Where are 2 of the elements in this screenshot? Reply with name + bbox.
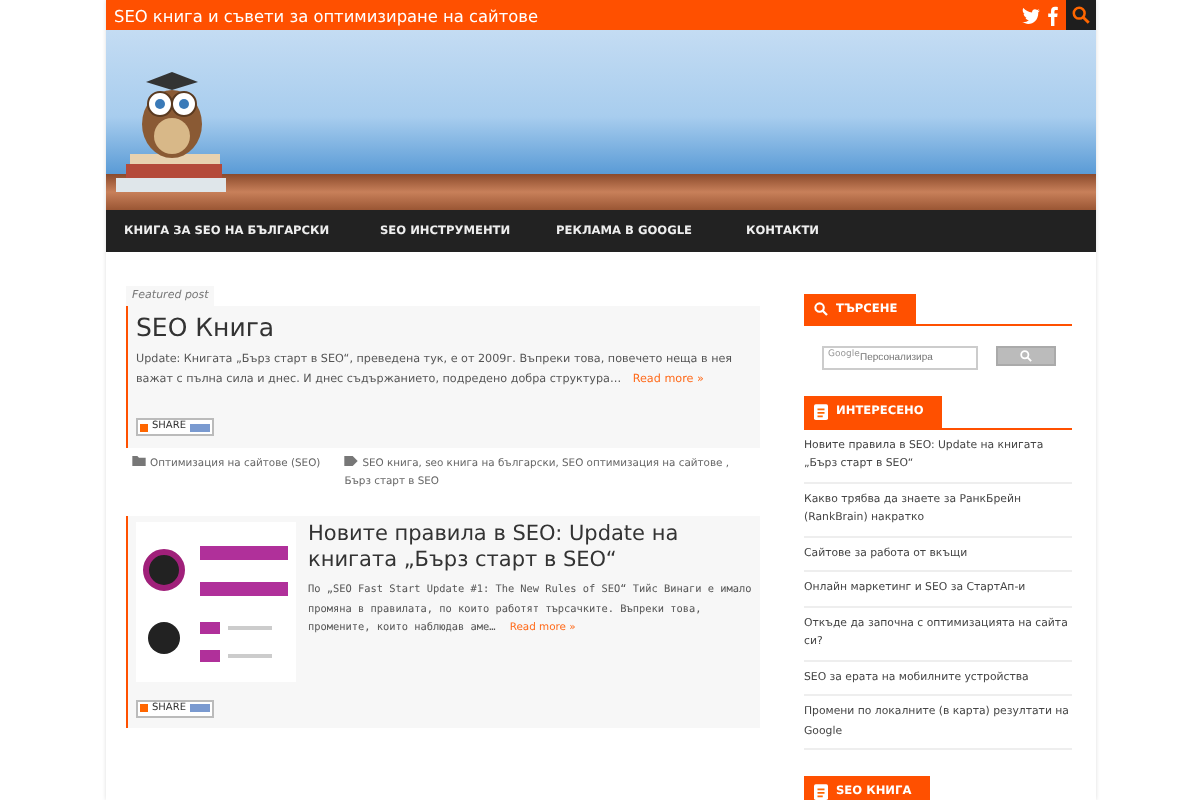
post-title-link[interactable]: SEO Книга — [136, 312, 752, 342]
post-title-link[interactable]: Новите правила в SEO: Update на книгата „Бърз старт в SEO“ — [308, 522, 752, 573]
